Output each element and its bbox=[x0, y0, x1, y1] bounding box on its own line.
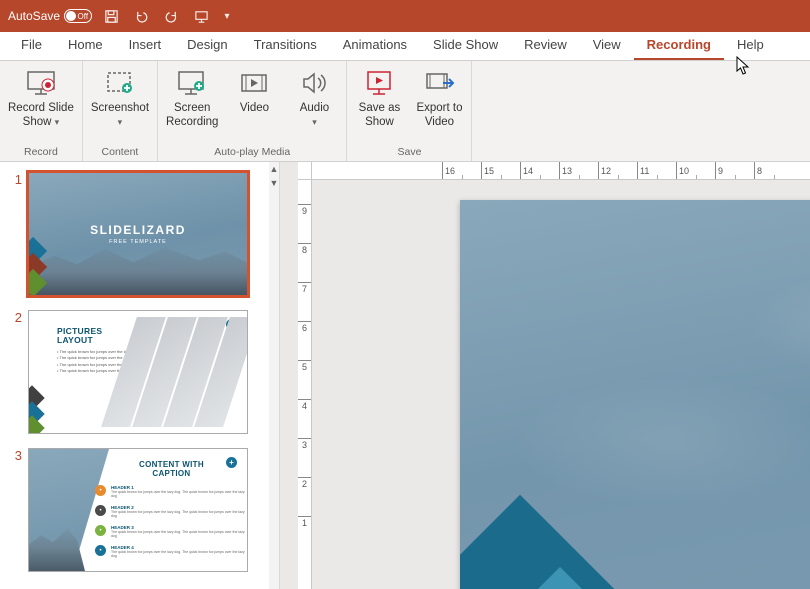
group-label: Auto-play Media bbox=[214, 144, 290, 161]
save-icon[interactable] bbox=[100, 5, 122, 27]
qat-more-icon[interactable]: ▾ bbox=[220, 5, 234, 27]
group-label: Record bbox=[24, 144, 58, 161]
work-area: 1SLIDELIZARDFREE TEMPLATE2+PICTURESLAYOU… bbox=[0, 162, 810, 589]
ribbon-group-save: Save asShowExport toVideoSave bbox=[347, 61, 472, 161]
slideshow-icon[interactable] bbox=[190, 5, 212, 27]
audio-icon bbox=[298, 67, 330, 99]
title-bar: AutoSave Off ▾ bbox=[0, 0, 810, 32]
horizontal-ruler: 1615141312111098 bbox=[312, 162, 810, 180]
tab-recording[interactable]: Recording bbox=[634, 31, 724, 60]
autosave-toggle[interactable]: AutoSave Off bbox=[8, 9, 92, 23]
vertical-ruler: 987654321 bbox=[298, 180, 312, 589]
scroll-up-icon[interactable]: ▲ bbox=[269, 162, 279, 176]
autosave-label: AutoSave bbox=[8, 9, 60, 23]
slide-number: 3 bbox=[8, 448, 22, 572]
export-to-video-icon bbox=[423, 67, 455, 99]
redo-icon[interactable] bbox=[160, 5, 182, 27]
group-label: Save bbox=[397, 144, 421, 161]
tab-view[interactable]: View bbox=[580, 31, 634, 60]
tab-review[interactable]: Review bbox=[511, 31, 580, 60]
slide-stage[interactable] bbox=[312, 180, 810, 589]
screenshot-button[interactable]: Screenshot ▾ bbox=[85, 63, 155, 144]
slide-thumbnail-1[interactable]: 1SLIDELIZARDFREE TEMPLATE bbox=[0, 162, 279, 300]
group-label: Content bbox=[102, 144, 139, 161]
tab-insert[interactable]: Insert bbox=[116, 31, 175, 60]
thumbnails-scrollbar[interactable]: ▲ ▼ bbox=[269, 162, 279, 589]
ribbon-group-content: Screenshot ▾Content bbox=[83, 61, 158, 161]
tab-design[interactable]: Design bbox=[174, 31, 240, 60]
tab-help[interactable]: Help bbox=[724, 31, 777, 60]
current-slide[interactable] bbox=[460, 200, 810, 589]
tab-animations[interactable]: Animations bbox=[330, 31, 420, 60]
slide-thumbnails-panel[interactable]: 1SLIDELIZARDFREE TEMPLATE2+PICTURESLAYOU… bbox=[0, 162, 280, 589]
record-slide-show-icon bbox=[25, 67, 57, 99]
audio-button[interactable]: Audio ▾ bbox=[284, 63, 344, 144]
save-as-show-button[interactable]: Save asShow bbox=[349, 63, 409, 144]
screen-recording-icon bbox=[176, 67, 208, 99]
export-to-video-button[interactable]: Export toVideo bbox=[409, 63, 469, 144]
tab-transitions[interactable]: Transitions bbox=[241, 31, 330, 60]
save-as-show-icon bbox=[363, 67, 395, 99]
tab-slide-show[interactable]: Slide Show bbox=[420, 31, 511, 60]
ribbon-tabs: FileHomeInsertDesignTransitionsAnimation… bbox=[0, 32, 810, 61]
ruler-corner bbox=[298, 162, 312, 180]
screen-recording-button[interactable]: ScreenRecording bbox=[160, 63, 224, 144]
slide-thumbnail-3[interactable]: 3+CONTENT WITHCAPTION•HEADER 1The quick … bbox=[0, 438, 279, 576]
slide-number: 2 bbox=[8, 310, 22, 434]
scroll-down-icon[interactable]: ▼ bbox=[269, 176, 279, 190]
slide-number: 1 bbox=[8, 172, 22, 296]
video-icon bbox=[238, 67, 270, 99]
record-slide-show-button[interactable]: Record SlideShow ▾ bbox=[2, 63, 80, 144]
tab-home[interactable]: Home bbox=[55, 31, 116, 60]
ribbon-group-auto-play-media: ScreenRecordingVideoAudio ▾Auto-play Med… bbox=[158, 61, 347, 161]
ribbon-group-record: Record SlideShow ▾Record bbox=[0, 61, 83, 161]
screenshot-icon bbox=[104, 67, 136, 99]
tab-file[interactable]: File bbox=[8, 31, 55, 60]
ribbon: Record SlideShow ▾RecordScreenshot ▾Cont… bbox=[0, 61, 810, 162]
slide-canvas-area: 1615141312111098 987654321 bbox=[280, 162, 810, 589]
undo-icon[interactable] bbox=[130, 5, 152, 27]
slide-thumbnail-2[interactable]: 2+PICTURESLAYOUT• The quick brown fox ju… bbox=[0, 300, 279, 438]
video-button[interactable]: Video bbox=[224, 63, 284, 144]
